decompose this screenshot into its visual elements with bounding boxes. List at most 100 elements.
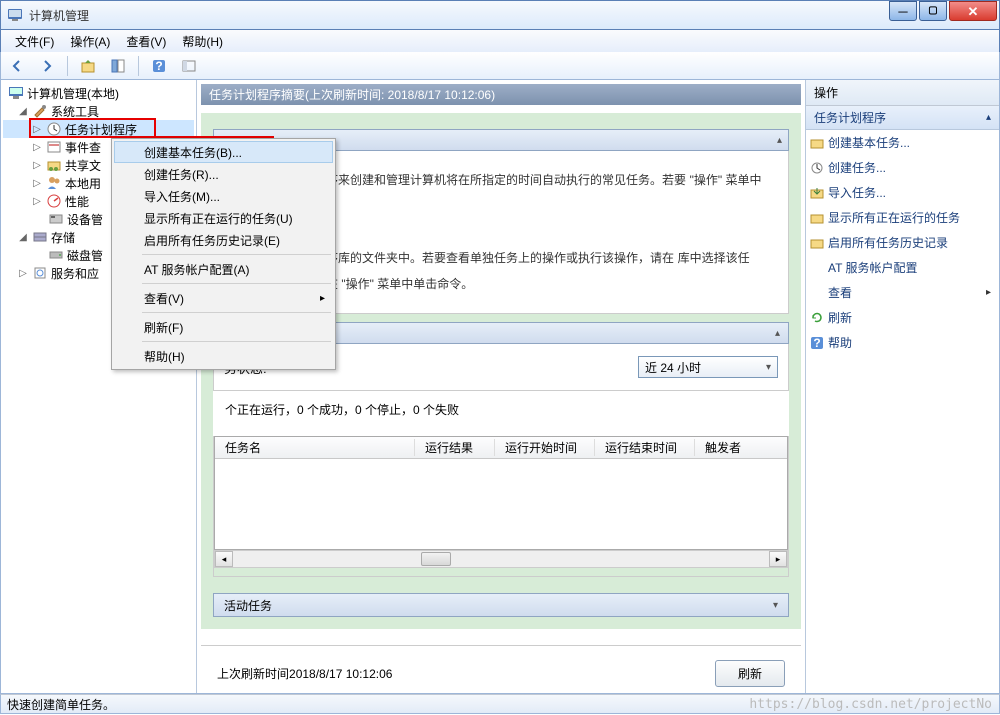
performance-icon bbox=[46, 193, 62, 209]
computer-icon bbox=[8, 85, 24, 101]
menu-view[interactable]: 查看(V) bbox=[118, 31, 174, 52]
last-refresh-text: 上次刷新时间2018/8/17 10:12:06 bbox=[217, 665, 392, 682]
col-task-name[interactable]: 任务名 bbox=[215, 439, 415, 456]
action-help[interactable]: ? 帮助 bbox=[806, 330, 999, 355]
cm-create-task[interactable]: 创建任务(R)... bbox=[114, 163, 333, 185]
expand-icon[interactable]: ▷ bbox=[31, 141, 43, 153]
menu-action[interactable]: 操作(A) bbox=[62, 31, 118, 52]
actions-section-label: 任务计划程序 bbox=[814, 109, 886, 126]
action-view[interactable]: 查看 ▸ bbox=[806, 280, 999, 305]
tree-task-scheduler[interactable]: ▷ 任务计划程序 bbox=[3, 120, 194, 138]
scroll-right-button[interactable]: ▸ bbox=[769, 551, 787, 567]
cm-refresh[interactable]: 刷新(F) bbox=[114, 316, 333, 338]
toolbar-separator bbox=[67, 56, 68, 76]
cm-enable-history[interactable]: 启用所有任务历史记录(E) bbox=[114, 229, 333, 251]
tree-root-label: 计算机管理(本地) bbox=[27, 85, 119, 102]
action-show-running[interactable]: 显示所有正在运行的任务 bbox=[806, 205, 999, 230]
folder-icon bbox=[810, 211, 824, 225]
chevron-down-icon: ▾ bbox=[773, 600, 778, 611]
scroll-left-button[interactable]: ◂ bbox=[215, 551, 233, 567]
menu-separator bbox=[142, 254, 331, 255]
tree-item-label: 事件查 bbox=[65, 139, 101, 156]
shared-folder-icon bbox=[46, 157, 62, 173]
window-titlebar: 计算机管理 ─ ▢ ✕ bbox=[0, 0, 1000, 30]
scroll-thumb[interactable] bbox=[421, 552, 451, 566]
statusbar: 快速创建简单任务。 bbox=[0, 694, 1000, 714]
storage-icon bbox=[32, 229, 48, 245]
status-summary: 个正在运行，0 个成功，0 个停止，0 个失败 bbox=[213, 391, 789, 436]
tools-icon bbox=[32, 103, 48, 119]
horizontal-scrollbar[interactable]: ◂ ▸ bbox=[214, 550, 788, 568]
folder-icon bbox=[810, 236, 824, 250]
tree-item-label: 服务和应 bbox=[51, 265, 99, 282]
expand-icon[interactable]: ▷ bbox=[31, 195, 43, 207]
active-tasks-label: 活动任务 bbox=[224, 597, 272, 614]
properties-button[interactable] bbox=[106, 55, 130, 77]
actions-section-header[interactable]: 任务计划程序 ▴ bbox=[806, 106, 999, 130]
col-start[interactable]: 运行开始时间 bbox=[495, 439, 595, 456]
cm-show-running[interactable]: 显示所有正在运行的任务(U) bbox=[114, 207, 333, 229]
device-icon bbox=[48, 211, 64, 227]
task-icon bbox=[810, 161, 824, 175]
tree-item-label: 存储 bbox=[51, 229, 75, 246]
col-end[interactable]: 运行结束时间 bbox=[595, 439, 695, 456]
table-header-row: 任务名 运行结果 运行开始时间 运行结束时间 触发者 bbox=[215, 437, 787, 459]
active-tasks-header[interactable]: 活动任务 ▾ bbox=[213, 593, 789, 617]
menu-help[interactable]: 帮助(H) bbox=[174, 31, 231, 52]
users-icon bbox=[46, 175, 62, 191]
menu-file[interactable]: 文件(F) bbox=[7, 31, 62, 52]
cm-import-task[interactable]: 导入任务(M)... bbox=[114, 185, 333, 207]
collapse-icon[interactable]: ◢ bbox=[17, 231, 29, 243]
cm-create-basic[interactable]: 创建基本任务(B)... bbox=[114, 141, 333, 163]
expand-icon[interactable]: ▷ bbox=[31, 177, 43, 189]
table-body bbox=[215, 459, 787, 549]
back-button[interactable] bbox=[5, 55, 29, 77]
collapse-icon[interactable]: ◢ bbox=[17, 105, 29, 117]
collapse-icon: ▴ bbox=[986, 112, 991, 123]
cm-help[interactable]: 帮助(H) bbox=[114, 345, 333, 367]
expand-icon[interactable]: ▷ bbox=[31, 123, 43, 135]
tree-item-label: 任务计划程序 bbox=[65, 121, 137, 138]
tree-item-label: 性能 bbox=[65, 193, 89, 210]
action-enable-history[interactable]: 启用所有任务历史记录 bbox=[806, 230, 999, 255]
minimize-button[interactable]: ─ bbox=[889, 1, 917, 21]
cm-at-config[interactable]: AT 服务帐户配置(A) bbox=[114, 258, 333, 280]
tree-item-label: 系统工具 bbox=[51, 103, 99, 120]
statusbar-text: 快速创建简单任务。 bbox=[7, 696, 115, 713]
actions-pane: 操作 任务计划程序 ▴ 创建基本任务... 创建任务... 导入任务... 显示… bbox=[806, 80, 999, 693]
tree-item-label: 设备管 bbox=[67, 211, 103, 228]
maximize-button[interactable]: ▢ bbox=[919, 1, 947, 21]
menu-separator bbox=[142, 341, 331, 342]
task-table-container: 任务名 运行结果 运行开始时间 运行结束时间 触发者 ◂ ▸ bbox=[213, 436, 789, 577]
window-title: 计算机管理 bbox=[29, 7, 89, 24]
refresh-icon bbox=[810, 311, 824, 325]
action-create-basic[interactable]: 创建基本任务... bbox=[806, 130, 999, 155]
action-at-config[interactable]: AT 服务帐户配置 bbox=[806, 255, 999, 280]
col-result[interactable]: 运行结果 bbox=[415, 439, 495, 456]
refresh-button[interactable]: 刷新 bbox=[715, 660, 785, 687]
tree-system-tools[interactable]: ◢ 系统工具 bbox=[3, 102, 194, 120]
action-refresh[interactable]: 刷新 bbox=[806, 305, 999, 330]
action-import-task[interactable]: 导入任务... bbox=[806, 180, 999, 205]
toolbar-separator bbox=[138, 56, 139, 76]
disk-icon bbox=[48, 247, 64, 263]
help-icon: ? bbox=[810, 336, 824, 350]
refresh-row: 上次刷新时间2018/8/17 10:12:06 刷新 bbox=[201, 645, 801, 693]
action-create-task[interactable]: 创建任务... bbox=[806, 155, 999, 180]
show-hide-button[interactable] bbox=[177, 55, 201, 77]
import-icon bbox=[810, 186, 824, 200]
forward-button[interactable] bbox=[35, 55, 59, 77]
context-menu: 创建基本任务(B)... 创建任务(R)... 导入任务(M)... 显示所有正… bbox=[111, 138, 336, 370]
scroll-track[interactable] bbox=[233, 551, 769, 567]
expand-icon[interactable]: ▷ bbox=[17, 267, 29, 279]
time-range-combo[interactable]: 近 24 小时 bbox=[638, 356, 778, 378]
event-icon bbox=[46, 139, 62, 155]
help-button[interactable]: ? bbox=[147, 55, 171, 77]
cm-view[interactable]: 查看(V)▸ bbox=[114, 287, 333, 309]
task-table: 任务名 运行结果 运行开始时间 运行结束时间 触发者 bbox=[214, 436, 788, 550]
expand-icon[interactable]: ▷ bbox=[31, 159, 43, 171]
close-button[interactable]: ✕ bbox=[949, 1, 997, 21]
tree-root[interactable]: 计算机管理(本地) bbox=[3, 84, 194, 102]
col-trigger[interactable]: 触发者 bbox=[695, 439, 765, 456]
up-button[interactable] bbox=[76, 55, 100, 77]
